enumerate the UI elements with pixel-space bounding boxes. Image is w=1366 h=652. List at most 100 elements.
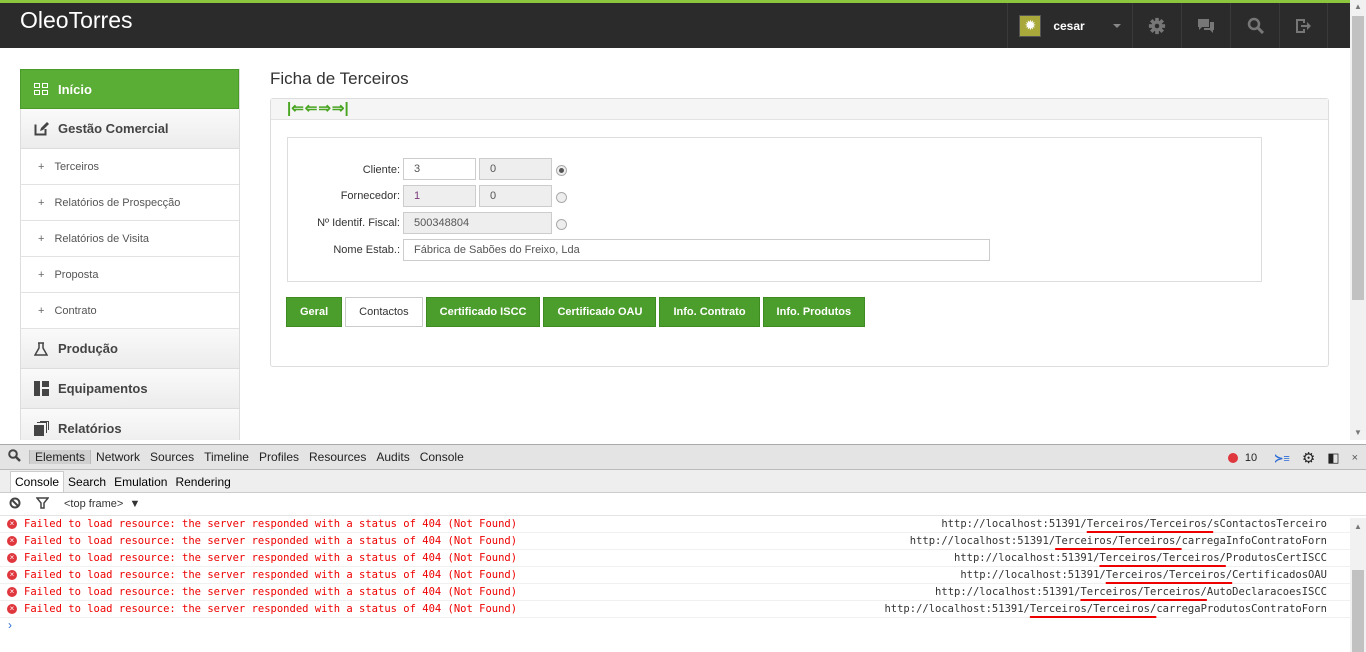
flask-icon	[33, 341, 49, 357]
drawer-tab-emulation[interactable]: Emulation	[110, 472, 171, 492]
error-icon: ×	[7, 587, 17, 597]
fornecedor-field: 1	[403, 185, 476, 207]
console-scrollbar[interactable]: ▲	[1350, 518, 1366, 652]
sidebar-item-producao[interactable]: Produção	[20, 329, 239, 369]
top-navbar: OleoTorres ✹ cesar	[0, 0, 1350, 48]
error-source-link[interactable]: http://localhost:51391/Terceiros/Terceir…	[954, 550, 1327, 566]
url-file: carregaProdutosContratoForn	[1156, 603, 1327, 615]
user-menu[interactable]: ✹ cesar	[1007, 3, 1132, 48]
fornecedor-secondary-field: 0	[479, 185, 552, 207]
error-message: Failed to load resource: the server resp…	[24, 552, 518, 564]
url-path: Terceiros/Terceiros/	[1086, 518, 1214, 530]
sidebar-item-inicio[interactable]: Início	[20, 69, 239, 109]
dock-icon[interactable]: ◧	[1327, 450, 1339, 466]
drawer-tab-console[interactable]: Console	[10, 471, 65, 492]
next-record-icon[interactable]: ⇒	[318, 101, 331, 116]
logout-button[interactable]	[1279, 3, 1328, 48]
inspect-search-icon[interactable]	[0, 449, 29, 465]
error-icon: ×	[7, 553, 17, 563]
last-record-icon[interactable]: ⇒|	[332, 101, 349, 116]
error-icon: ×	[7, 536, 17, 546]
tab-info-produtos[interactable]: Info. Produtos	[762, 297, 866, 327]
console-prompt[interactable]: ›	[0, 618, 1366, 632]
error-counter[interactable]: 10	[1227, 452, 1262, 464]
sidebar-item-equipamentos[interactable]: Equipamentos	[20, 369, 239, 409]
sidebar-item-relatorios[interactable]: Relatórios	[20, 409, 239, 440]
devtools-tab-profiles[interactable]: Profiles	[254, 450, 304, 464]
filter-icon[interactable]	[35, 496, 50, 512]
chat-icon	[1198, 18, 1214, 33]
error-icon: ×	[7, 519, 17, 529]
url-file: ProdutosCertISCC	[1225, 552, 1327, 564]
error-message: Failed to load resource: the server resp…	[24, 603, 518, 615]
grid-icon	[33, 81, 49, 97]
devtools-tab-console[interactable]: Console	[415, 450, 469, 464]
search-button[interactable]	[1230, 3, 1279, 48]
url-file: carregaInfoContratoForn	[1181, 535, 1327, 547]
gear-icon[interactable]: ⚙	[1302, 449, 1315, 467]
error-source-link[interactable]: http://localhost:51391/Terceiros/Terceir…	[935, 584, 1327, 600]
devtools-tab-audits[interactable]: Audits	[371, 450, 414, 464]
sidebar-item-gestao-comercial[interactable]: Gestão Comercial	[20, 109, 239, 149]
sidebar-item-label: Relatórios	[58, 421, 122, 436]
frame-selector-value: <top frame>	[64, 498, 124, 510]
devtools-tab-sources[interactable]: Sources	[145, 450, 199, 464]
messages-button[interactable]	[1181, 3, 1230, 48]
clear-console-icon[interactable]	[9, 497, 21, 512]
sidebar-item-label: Equipamentos	[58, 381, 148, 396]
sidebar-subitem-relatorios-prospeccao[interactable]: + Relatórios de Prospecção	[20, 185, 239, 221]
error-source-link[interactable]: http://localhost:51391/Terceiros/Terceir…	[941, 516, 1327, 532]
error-icon	[1227, 453, 1238, 463]
tab-contactos[interactable]: Contactos	[345, 297, 423, 327]
url-path: Terceiros/Terceiros/	[1080, 586, 1207, 598]
drawer-tab-rendering[interactable]: Rendering	[171, 472, 234, 492]
error-source-link[interactable]: http://localhost:51391/Terceiros/Terceir…	[960, 567, 1327, 583]
error-message: Failed to load resource: the server resp…	[24, 535, 518, 547]
error-message: Failed to load resource: the server resp…	[24, 586, 518, 598]
sidebar-subitem-relatorios-visita[interactable]: + Relatórios de Visita	[20, 221, 239, 257]
page-scrollbar[interactable]: ▲ ▼	[1350, 0, 1366, 440]
nif-radio[interactable]	[556, 219, 567, 230]
url-host: http://localhost:51391/	[884, 603, 1030, 615]
sidebar-subitem-terceiros[interactable]: + Terceiros	[20, 149, 239, 185]
url-path: Terceiros/Terceiros/	[1029, 603, 1157, 615]
tab-geral[interactable]: Geral	[286, 297, 343, 327]
app-logo[interactable]: OleoTorres	[20, 7, 132, 34]
nif-field: 500348804	[403, 212, 552, 234]
error-source-link[interactable]: http://localhost:51391/Terceiros/Terceir…	[910, 533, 1327, 549]
tab-certificado-iscc[interactable]: Certificado ISCC	[425, 297, 541, 327]
frame-selector[interactable]: <top frame> ▼	[64, 498, 140, 510]
cliente-radio[interactable]	[556, 165, 567, 176]
edit-icon	[33, 121, 49, 137]
drawer-tab-search[interactable]: Search	[64, 472, 110, 492]
console-drawer-icon[interactable]: ≻≡	[1274, 452, 1290, 465]
chevron-down-icon	[1112, 23, 1121, 28]
devtools-tab-timeline[interactable]: Timeline	[199, 450, 254, 464]
previous-record-icon[interactable]: ⇐	[305, 101, 318, 116]
error-icon: ×	[7, 570, 17, 580]
sidebar-subitem-contrato[interactable]: + Contrato	[20, 293, 239, 329]
avatar: ✹	[1019, 14, 1042, 37]
close-icon[interactable]: ×	[1352, 452, 1358, 464]
tab-info-contrato[interactable]: Info. Contrato	[659, 297, 760, 327]
tab-certificado-oau[interactable]: Certificado OAU	[543, 297, 657, 327]
nome-estab-field[interactable]: Fábrica de Sabões do Freixo, Lda	[403, 239, 990, 261]
settings-button[interactable]	[1132, 3, 1181, 48]
console-error-row: × Failed to load resource: the server res…	[0, 533, 1350, 550]
sidebar-subitem-proposta[interactable]: + Proposta	[20, 257, 239, 293]
url-host: http://localhost:51391/	[935, 586, 1081, 598]
sidebar-item-label: Contrato	[54, 304, 97, 317]
url-file: CertificadosOAU	[1232, 569, 1327, 581]
sidebar-item-label: Relatórios de Visita	[54, 232, 150, 245]
fornecedor-radio[interactable]	[556, 192, 567, 203]
devtools: Elements Network Sources Timeline Profil…	[0, 444, 1366, 652]
devtools-tab-elements[interactable]: Elements	[29, 450, 92, 464]
first-record-icon[interactable]: |⇐	[287, 101, 304, 116]
devtools-tab-network[interactable]: Network	[91, 450, 145, 464]
error-source-link[interactable]: http://localhost:51391/Terceiros/Terceir…	[884, 601, 1327, 617]
nif-label: Nº Identif. Fiscal:	[317, 217, 400, 229]
cliente-field[interactable]: 3	[403, 158, 476, 180]
console-error-row: × Failed to load resource: the server res…	[0, 601, 1350, 618]
console-error-row: × Failed to load resource: the server res…	[0, 516, 1350, 533]
devtools-tab-resources[interactable]: Resources	[304, 450, 371, 464]
